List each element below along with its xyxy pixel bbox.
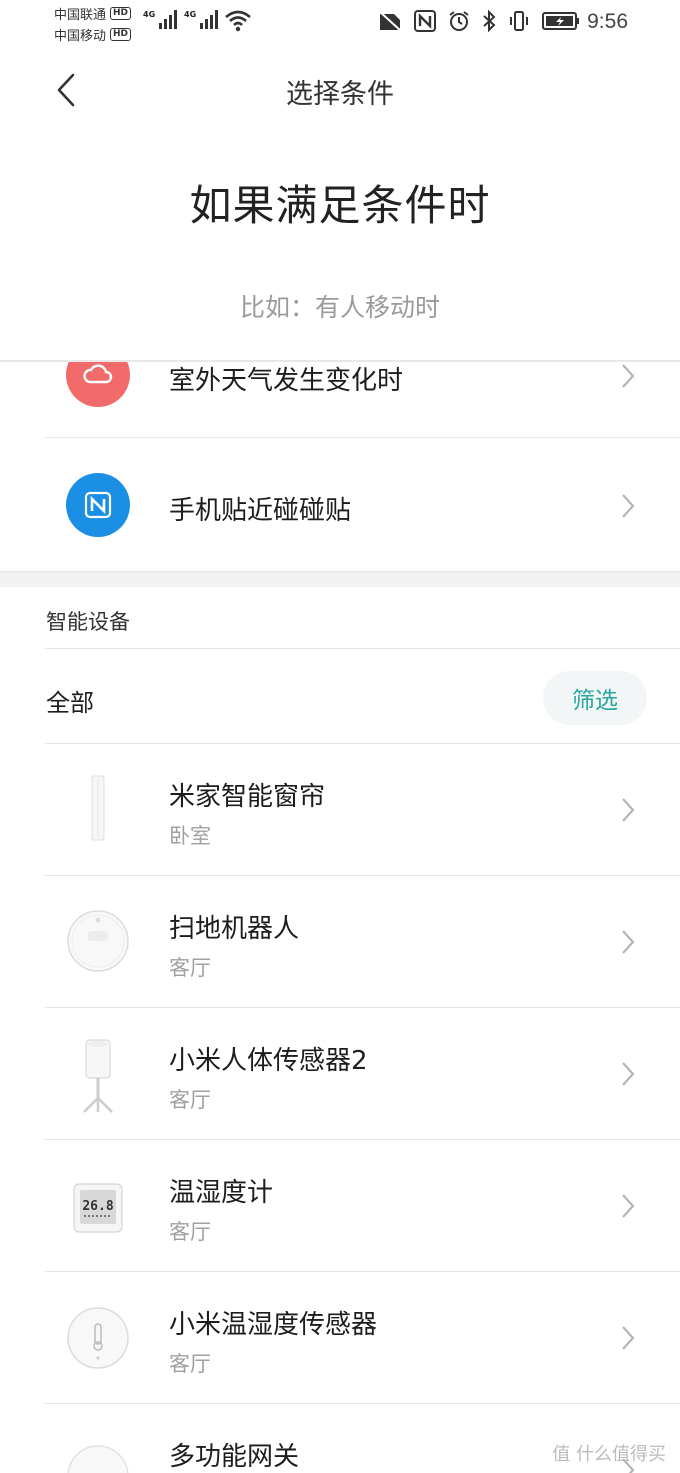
condition-weather-row[interactable]: 室外天气发生变化时 xyxy=(0,362,680,438)
device-name: 多功能网关 xyxy=(169,1442,300,1472)
chevron-right-icon xyxy=(622,1062,635,1086)
carrier-2: 中国移动 HD xyxy=(54,25,132,44)
device-name: 米家智能窗帘 xyxy=(169,782,326,812)
device-room: 卧室 xyxy=(169,824,211,848)
alarm-icon xyxy=(449,11,469,31)
device-row[interactable]: 扫地机器人 客厅 xyxy=(0,876,680,1007)
page-title: 选择条件 xyxy=(286,79,394,110)
hd-badge: HD xyxy=(110,7,132,20)
divider xyxy=(45,648,680,649)
motion-sensor-icon xyxy=(66,1038,130,1114)
condition-nfc-row[interactable]: 手机贴近碰碰贴 xyxy=(0,438,680,571)
device-room: 客厅 xyxy=(169,1088,211,1112)
watermark: 值 什么值得买 xyxy=(552,1440,666,1466)
device-name: 温湿度计 xyxy=(169,1178,274,1208)
watermark-text: 值 什么值得买 xyxy=(552,1444,666,1465)
device-room: 客厅 xyxy=(169,956,211,980)
chevron-right-icon xyxy=(622,364,635,388)
temp-humidity-sensor-icon xyxy=(66,1306,130,1370)
network-type-label: 4G xyxy=(184,10,197,19)
hero-hint: 比如：有人移动时 xyxy=(239,293,440,322)
device-room: 客厅 xyxy=(169,1220,211,1244)
wifi-icon xyxy=(225,10,251,32)
signal-icon: 4G xyxy=(143,10,178,29)
curtain-icon xyxy=(66,775,130,841)
device-name: 小米人体传感器2 xyxy=(169,1046,368,1076)
device-row[interactable]: 26.8 温湿度计 客厅 xyxy=(0,1140,680,1271)
gateway-icon xyxy=(66,1444,130,1473)
device-row[interactable]: 小米人体传感器2 客厅 xyxy=(0,1008,680,1139)
device-row[interactable]: 小米温湿度传感器 客厅 xyxy=(0,1272,680,1403)
chevron-right-icon xyxy=(622,1326,635,1350)
no-sim-icon xyxy=(378,10,402,32)
filter-button[interactable]: 筛选 xyxy=(543,671,647,725)
network-type-label: 4G xyxy=(143,10,156,19)
status-bar: 中国联通 HD 中国移动 HD 4G 4G 9:56 xyxy=(0,0,680,48)
chevron-right-icon xyxy=(622,1194,635,1218)
nfc-icon xyxy=(66,473,130,537)
thermo-display-text: 26.8 xyxy=(82,1199,113,1214)
device-name: 扫地机器人 xyxy=(169,914,300,944)
condition-label: 室外天气发生变化时 xyxy=(169,366,404,396)
hd-badge: HD xyxy=(110,28,132,41)
chevron-right-icon xyxy=(622,930,635,954)
status-icons xyxy=(378,10,580,32)
carrier-1-label: 中国联通 xyxy=(54,8,107,23)
carrier-2-label: 中国移动 xyxy=(54,29,107,44)
section-spacer xyxy=(0,571,680,587)
carrier-1: 中国联通 HD xyxy=(54,4,132,23)
vibrate-icon xyxy=(510,11,528,31)
chevron-right-icon xyxy=(622,494,635,518)
device-name: 小米温湿度传感器 xyxy=(169,1310,378,1340)
nfc-status-icon xyxy=(414,10,436,32)
bluetooth-icon xyxy=(483,10,496,32)
section-title: 智能设备 xyxy=(46,610,130,634)
device-room: 客厅 xyxy=(169,1352,211,1376)
chevron-right-icon xyxy=(622,798,635,822)
weather-icon xyxy=(66,362,130,407)
hero-title: 如果满足条件时 xyxy=(189,181,491,230)
filter-all-tab[interactable]: 全部 xyxy=(46,683,94,718)
device-row[interactable]: 米家智能窗帘 卧室 xyxy=(0,744,680,875)
status-time: 9:56 xyxy=(587,10,628,33)
battery-icon xyxy=(542,12,579,30)
robot-vacuum-icon xyxy=(66,909,130,973)
condition-label: 手机贴近碰碰贴 xyxy=(169,496,352,526)
signal-icon: 4G xyxy=(184,10,219,29)
thermo-hygrometer-icon: 26.8 xyxy=(66,1176,130,1240)
